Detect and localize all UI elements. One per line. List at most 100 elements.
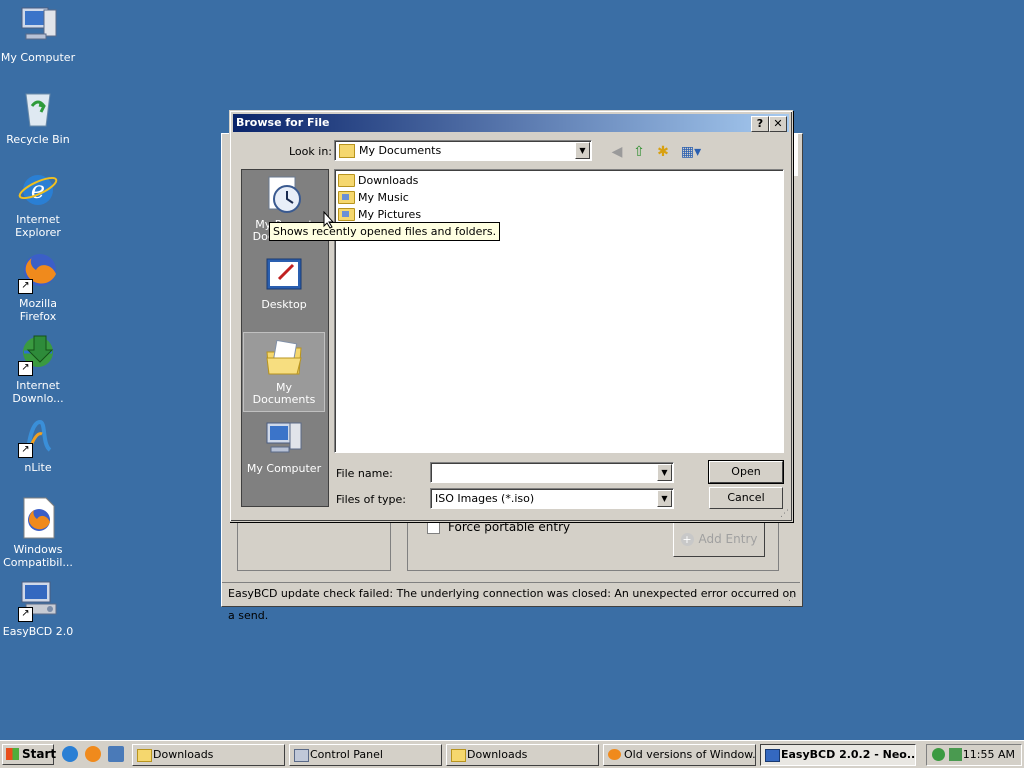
place-my-documents[interactable]: My Documents xyxy=(243,332,325,412)
desktop-icon-mozilla-firefox[interactable]: ↗ Mozilla Firefox xyxy=(0,250,76,323)
dialog-title: Browse for File xyxy=(236,116,330,129)
add-entry-button[interactable]: + Add Entry xyxy=(673,521,765,557)
file-name: Downloads xyxy=(358,173,419,187)
nlite-icon: ↗ xyxy=(16,414,60,458)
desktop-icon xyxy=(263,255,305,295)
desktop-icon-easybcd[interactable]: ↗ EasyBCD 2.0 xyxy=(0,578,76,638)
file-name: My Music xyxy=(358,190,409,204)
chevron-down-icon[interactable]: ▼ xyxy=(575,142,590,159)
desktop-icon-my-computer[interactable]: My Computer xyxy=(0,4,76,64)
place-label: My Documents xyxy=(252,381,316,406)
taskbar-button-easybcd[interactable]: EasyBCD 2.0.2 - Neo... xyxy=(760,744,916,766)
windows-logo-icon xyxy=(6,748,19,760)
desktop-icon-label: Windows Compatibil... xyxy=(3,543,73,569)
file-name-input[interactable]: ▼ xyxy=(430,462,674,483)
recycle-bin-icon xyxy=(16,86,60,130)
shortcut-arrow-icon: ↗ xyxy=(18,279,33,294)
firefox-icon[interactable] xyxy=(85,746,101,762)
new-folder-icon[interactable]: ✱ xyxy=(654,143,672,161)
task-label: Downloads xyxy=(153,748,214,761)
clock[interactable]: 11:55 AM xyxy=(963,745,1015,765)
chevron-down-icon[interactable]: ▼ xyxy=(657,490,672,507)
list-item[interactable]: My Pictures xyxy=(338,206,421,222)
firefox-icon xyxy=(608,749,621,760)
internet-explorer-icon[interactable] xyxy=(62,746,78,762)
places-bar: My Recent Documents Desktop My Documents… xyxy=(241,169,329,507)
start-label: Start xyxy=(22,747,57,761)
resize-grip-icon[interactable]: ⋰ xyxy=(788,593,798,603)
desktop-icon-label: Mozilla Firefox xyxy=(19,297,57,323)
desktop-icon-label: My Computer xyxy=(0,51,76,64)
my-computer-icon xyxy=(16,4,60,48)
task-label: Old versions of Window... xyxy=(624,748,756,761)
place-label: Desktop xyxy=(261,298,307,311)
control-panel-icon xyxy=(294,749,309,762)
desktop-icon-nlite[interactable]: ↗ nLite xyxy=(0,414,76,474)
taskbar-button-firefox[interactable]: Old versions of Window... xyxy=(603,744,756,766)
look-in-value: My Documents xyxy=(359,144,442,157)
desktop-icon-label: Recycle Bin xyxy=(6,133,70,146)
desktop-icon-windows-compatibility[interactable]: Windows Compatibil... xyxy=(0,496,76,569)
look-in-label: Look in: xyxy=(289,145,332,158)
task-label: Downloads xyxy=(467,748,528,761)
system-tray: 11:55 AM xyxy=(926,744,1022,766)
view-menu-icon[interactable]: ▦▾ xyxy=(678,143,704,161)
mouse-cursor-icon xyxy=(323,211,335,229)
shortcut-arrow-icon: ↗ xyxy=(18,361,33,376)
download-manager-tray-icon[interactable] xyxy=(949,748,962,761)
firefox-document-icon xyxy=(16,496,60,540)
status-text: EasyBCD update check failed: The underly… xyxy=(228,587,797,622)
desktop-icon-internet-explorer[interactable]: e Internet Explorer xyxy=(0,166,76,239)
music-folder-icon xyxy=(338,190,355,204)
recent-documents-icon xyxy=(263,175,305,215)
easybcd-icon: ↗ xyxy=(16,578,60,622)
firefox-icon: ↗ xyxy=(16,250,60,294)
taskbar-button-control-panel[interactable]: Control Panel xyxy=(289,744,442,766)
file-type-value: ISO Images (*.iso) xyxy=(435,492,535,505)
desktop-icon-recycle-bin[interactable]: Recycle Bin xyxy=(0,86,76,146)
add-entry-label: Add Entry xyxy=(698,532,758,546)
dialog-titlebar[interactable]: Browse for File ? ✕ xyxy=(233,114,789,132)
close-button[interactable]: ✕ xyxy=(769,116,787,132)
up-folder-icon[interactable]: ⇧ xyxy=(630,143,648,161)
show-desktop-icon[interactable] xyxy=(108,746,124,762)
place-label: My Computer xyxy=(246,462,322,475)
add-icon: + xyxy=(680,532,694,546)
file-name-label: File name: xyxy=(336,467,393,480)
tooltip: Shows recently opened files and folders. xyxy=(269,222,501,241)
file-name: My Pictures xyxy=(358,207,422,221)
shortcut-arrow-icon: ↗ xyxy=(18,607,33,622)
place-desktop[interactable]: Desktop xyxy=(243,250,325,330)
file-type-select[interactable]: ISO Images (*.iso) ▼ xyxy=(430,488,674,509)
desktop-icon-label: EasyBCD 2.0 xyxy=(2,625,74,638)
status-bar: EasyBCD update check failed: The underly… xyxy=(222,582,800,622)
resize-grip-icon[interactable]: ⋰ xyxy=(780,509,790,519)
my-documents-icon xyxy=(263,338,305,378)
list-item[interactable]: Downloads xyxy=(338,172,418,188)
desktop-icon-label: Internet Explorer xyxy=(15,213,61,239)
checkbox-box[interactable] xyxy=(427,520,440,534)
task-label: EasyBCD 2.0.2 - Neo... xyxy=(781,748,916,761)
chevron-down-icon[interactable]: ▼ xyxy=(657,464,672,481)
start-button[interactable]: Start xyxy=(2,744,57,765)
place-my-computer[interactable]: My Computer xyxy=(243,414,325,494)
help-button[interactable]: ? xyxy=(751,116,769,132)
force-portable-checkbox[interactable]: Force portable entry xyxy=(427,520,570,534)
desktop-icon-internet-download-manager[interactable]: ↗ Internet Downlo... xyxy=(0,332,76,405)
desktop-icon-label: Internet Downlo... xyxy=(12,379,64,405)
task-label: Control Panel xyxy=(310,748,383,761)
folder-icon xyxy=(451,749,466,762)
easybcd-icon xyxy=(765,749,780,762)
my-documents-small-icon xyxy=(339,144,355,158)
file-list[interactable]: Downloads My Music My Pictures xyxy=(334,169,784,453)
look-in-combo[interactable]: My Documents ▼ xyxy=(334,140,592,161)
open-button[interactable]: Open xyxy=(708,460,784,484)
folder-icon xyxy=(137,749,152,762)
back-icon[interactable]: ◀ xyxy=(608,143,626,161)
taskbar-button-downloads-2[interactable]: Downloads xyxy=(446,744,599,766)
list-item[interactable]: My Music xyxy=(338,189,409,205)
taskbar-button-downloads[interactable]: Downloads xyxy=(132,744,285,766)
checkbox-label: Force portable entry xyxy=(448,520,571,534)
network-icon[interactable] xyxy=(932,748,945,761)
cancel-button[interactable]: Cancel xyxy=(709,487,783,509)
